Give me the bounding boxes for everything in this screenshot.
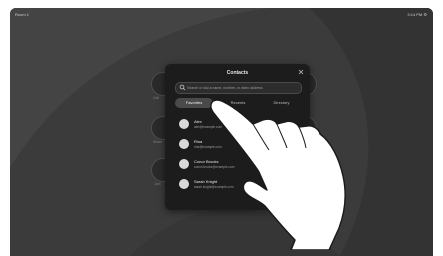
room-name: Room 1 — [15, 12, 30, 17]
search-icon — [179, 84, 186, 91]
dialog-title: Contacts — [226, 70, 249, 76]
avatar — [179, 159, 189, 169]
bg-label: Join — [154, 182, 161, 186]
device-frame: Room 1 3:14 PM ⚙ Call Share Join Record … — [0, 0, 443, 256]
pointing-hand-icon — [210, 99, 346, 250]
contact-name: Rina — [194, 139, 203, 144]
avatar — [179, 139, 189, 149]
close-icon[interactable] — [298, 69, 304, 75]
bg-label: Share — [153, 140, 163, 144]
bg-label: Call — [153, 96, 160, 100]
contact-name: Alex — [194, 119, 202, 124]
status-time: 3:14 PM ⚙ — [407, 12, 427, 17]
avatar — [179, 119, 189, 129]
avatar — [179, 179, 189, 189]
